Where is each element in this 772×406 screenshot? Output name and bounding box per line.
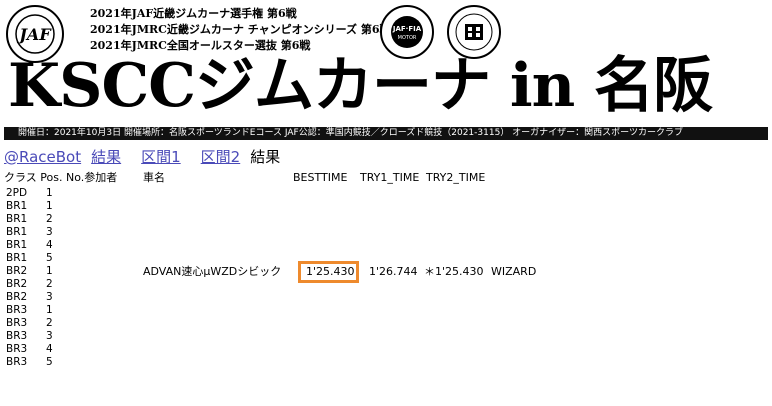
series-line: 2021年JAF近畿ジムカーナ選手権 第6戦: [90, 7, 297, 20]
class-cell: BR3: [6, 304, 28, 316]
header-try2: TRY2_TIME: [426, 171, 486, 184]
class-cell: 2PD: [6, 187, 28, 199]
result-nav: @RaceBot 結果 区間1 区間2 結果: [4, 148, 280, 166]
class-cell: BR1: [6, 200, 28, 212]
pos-cell: 1: [46, 200, 53, 212]
pos-cell: 2: [46, 317, 53, 329]
header-class-pos-entrant: クラス Pos. No.参加者: [4, 171, 118, 184]
event-banner: JAF 2021年JAF近畿ジムカーナ選手権 第6戦 2021年JMRC近畿ジム…: [0, 0, 772, 146]
racebot-link[interactable]: @RaceBot: [4, 148, 81, 166]
svg-text:MOTOR: MOTOR: [398, 35, 417, 41]
class-cell: BR2: [6, 265, 28, 277]
team-cell: WIZARD: [491, 265, 537, 278]
class-cell: BR2: [6, 278, 28, 290]
try1-time-cell: 1'26.744: [369, 265, 418, 278]
event-info-bar: 開催日：2021年10月3日 開催場所：名阪スポーツランドEコース JAF公認：…: [4, 127, 768, 140]
try2-time-cell: ＊1'25.430: [424, 265, 484, 278]
header-car: 車名: [143, 171, 165, 184]
pos-cell: 5: [46, 252, 53, 264]
pos-cell: 3: [46, 330, 53, 342]
svg-text:JAF: JAF: [16, 25, 52, 44]
pos-cell: 1: [46, 187, 53, 199]
pos-cell: 3: [46, 226, 53, 238]
class-cell: BR1: [6, 226, 28, 238]
header-try1: TRY1_TIME: [360, 171, 420, 184]
pos-cell: 3: [46, 291, 53, 303]
pos-cell: 2: [46, 213, 53, 225]
pos-cell: 1: [46, 265, 53, 277]
class-cell: BR3: [6, 343, 28, 355]
pos-cell: 5: [46, 356, 53, 368]
series-list: 2021年JAF近畿ジムカーナ選手権 第6戦 2021年JMRC近畿ジムカーナ …: [90, 6, 391, 54]
pos-cell: 4: [46, 343, 53, 355]
section1-link[interactable]: 区間1: [141, 148, 181, 166]
class-cell: BR3: [6, 356, 28, 368]
svg-text:JAF·FIA: JAF·FIA: [392, 25, 422, 33]
class-cell: BR2: [6, 291, 28, 303]
current-page-label: 結果: [250, 148, 281, 166]
series-line: 2021年JMRC近畿ジムカーナ チャンピオンシリーズ 第6戦: [90, 23, 391, 36]
class-cell: BR1: [6, 252, 28, 264]
pos-cell: 4: [46, 239, 53, 251]
class-cell: BR1: [6, 239, 28, 251]
event-info: 開催日：2021年10月3日 開催場所：名阪スポーツランドEコース JAF公認：…: [18, 128, 683, 138]
header-best: BESTTIME: [293, 171, 348, 184]
class-cell: BR3: [6, 330, 28, 342]
best-time-cell: 1'25.430: [306, 265, 355, 278]
event-title: KSCCジムカーナ in 名阪: [8, 51, 713, 121]
results-link[interactable]: 結果: [91, 148, 121, 166]
car-name-cell: ADVAN速心μWZDシビック: [143, 265, 282, 278]
pos-cell: 2: [46, 278, 53, 290]
class-cell: BR1: [6, 213, 28, 225]
class-cell: BR3: [6, 317, 28, 329]
pos-cell: 1: [46, 304, 53, 316]
section2-link[interactable]: 区間2: [201, 148, 241, 166]
